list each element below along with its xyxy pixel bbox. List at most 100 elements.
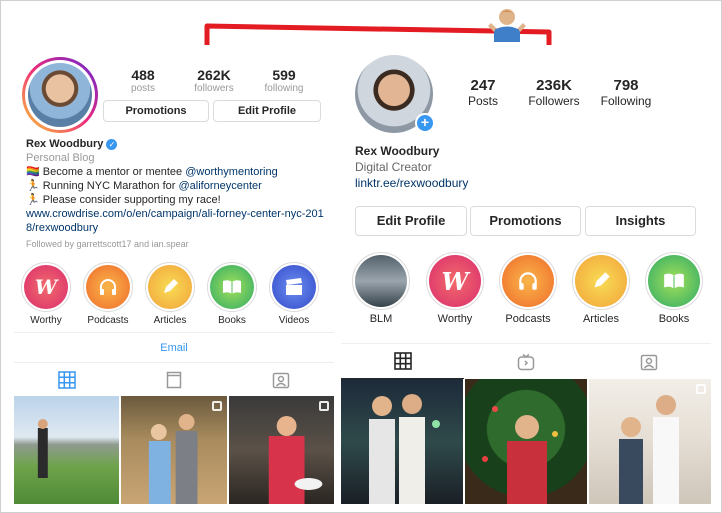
- stat-following[interactable]: 599 following: [256, 67, 312, 94]
- profile-bio: Rex Woodbury Digital Creator linktr.ee/r…: [355, 143, 695, 191]
- profile-avatar[interactable]: +: [355, 55, 435, 133]
- profile-tabs: [14, 362, 334, 396]
- mention-aliforneycenter[interactable]: @aliforneycenter: [179, 180, 262, 192]
- stat-posts-value: 488: [131, 67, 155, 83]
- bio-link[interactable]: linktr.ee/rexwoodbury: [355, 175, 695, 191]
- highlight-worthy[interactable]: W Worthy: [425, 252, 485, 325]
- profile-category: Digital Creator: [355, 160, 432, 174]
- highlight-podcasts[interactable]: Podcasts: [82, 262, 134, 326]
- email-button[interactable]: Email: [14, 332, 334, 362]
- stat-followers-label: Followers: [528, 94, 580, 108]
- post-thumbnail[interactable]: [465, 379, 587, 504]
- stat-followers-value: 262K: [197, 67, 231, 83]
- post-thumbnail[interactable]: [341, 379, 463, 504]
- stat-followers[interactable]: 236K Followers: [521, 77, 587, 108]
- pencil-icon: [575, 255, 627, 307]
- edit-profile-button[interactable]: Edit Profile: [355, 206, 467, 236]
- stat-following-value: 798: [613, 77, 639, 94]
- blm-photo-icon: [355, 255, 407, 307]
- post-thumbnail[interactable]: [228, 396, 334, 504]
- highlight-label: Worthy: [30, 315, 62, 326]
- post-thumbnail[interactable]: [589, 379, 711, 504]
- highlight-label: Books: [218, 315, 246, 326]
- highlight-label: Articles: [582, 313, 620, 325]
- profile-name: Rex Woodbury: [355, 144, 440, 158]
- highlight-books[interactable]: Books: [206, 262, 258, 326]
- add-story-icon[interactable]: +: [415, 113, 435, 133]
- multi-post-icon: [211, 401, 222, 411]
- tab-tagged[interactable]: [227, 363, 334, 396]
- headphones-icon: [86, 265, 130, 309]
- tab-tagged[interactable]: [588, 344, 711, 379]
- stat-posts[interactable]: 488 posts: [118, 67, 168, 94]
- post-thumbnail[interactable]: [121, 396, 227, 504]
- tagged-icon: [272, 372, 289, 388]
- post-grid: [341, 379, 711, 504]
- highlight-books[interactable]: Books: [644, 252, 704, 325]
- highlight-podcasts[interactable]: Podcasts: [498, 252, 558, 325]
- grid-icon: [393, 352, 412, 370]
- edit-profile-button[interactable]: Edit Profile: [213, 100, 321, 122]
- igtv-icon: [517, 353, 535, 370]
- stat-posts-label: posts: [131, 83, 155, 94]
- clapperboard-icon: [272, 265, 316, 309]
- insights-button[interactable]: Insights: [585, 206, 696, 236]
- tab-igtv[interactable]: [464, 344, 587, 379]
- highlight-label: Podcasts: [87, 315, 129, 326]
- book-icon: [210, 265, 254, 309]
- stat-followers-label: followers: [194, 83, 234, 94]
- book-icon: [648, 255, 700, 307]
- shrug-emoji-icon: [488, 9, 526, 42]
- grid-icon: [58, 370, 77, 389]
- highlight-videos[interactable]: Videos: [268, 262, 320, 326]
- promotions-button[interactable]: Promotions: [470, 206, 581, 236]
- stat-following-value: 599: [272, 67, 296, 83]
- profile-avatar[interactable]: [22, 57, 98, 133]
- post-thumbnail[interactable]: [14, 396, 120, 504]
- highlight-label: Worthy: [437, 313, 473, 325]
- post-grid: [14, 396, 334, 504]
- worthy-w-icon: W: [429, 255, 481, 307]
- bio-link[interactable]: www.crowdrise.com/o/en/campaign/ali-forn…: [26, 207, 326, 235]
- stat-following-label: following: [264, 83, 304, 94]
- highlight-label: Podcasts: [505, 313, 551, 325]
- multi-post-icon: [696, 384, 706, 394]
- highlight-label: Books: [658, 313, 690, 325]
- highlight-label: BLM: [369, 313, 393, 325]
- profile-bio: Rex Woodbury ✓ Personal Blog 🏳️‍🌈 Become…: [26, 137, 326, 251]
- highlight-label: Videos: [278, 315, 310, 326]
- verified-badge-icon: ✓: [106, 139, 118, 150]
- worthy-w-icon: W: [24, 265, 68, 309]
- bio-line-1: 🏳️‍🌈 Become a mentor or mentee @worthyme…: [26, 166, 278, 178]
- highlight-label: Articles: [153, 315, 187, 326]
- highlight-blm[interactable]: BLM: [351, 252, 411, 325]
- stat-posts-label: Posts: [467, 94, 498, 108]
- mention-worthymentoring[interactable]: @worthymentoring: [185, 166, 277, 178]
- stat-followers[interactable]: 262K followers: [186, 67, 242, 94]
- multi-post-icon: [318, 401, 329, 411]
- tab-grid[interactable]: [341, 344, 465, 379]
- profile-category: Personal Blog: [26, 152, 95, 164]
- tab-grid[interactable]: [14, 363, 121, 396]
- profile-name: Rex Woodbury: [26, 138, 104, 150]
- bio-line-3: 🏃 Please consider supporting my race!: [26, 194, 221, 206]
- stat-posts[interactable]: 247 Posts: [461, 77, 505, 108]
- profile-before-panel: 488 posts 262K followers 599 following P…: [14, 45, 334, 504]
- bio-line-2: 🏃 Running NYC Marathon for @aliforneycen…: [26, 180, 262, 192]
- feed-icon: [166, 371, 182, 388]
- tagged-icon: [641, 354, 658, 370]
- followed-by-text[interactable]: Followed by garrettscott17 and ian.spear: [26, 237, 326, 251]
- stat-following[interactable]: 798 Following: [594, 77, 658, 108]
- promotions-button[interactable]: Promotions: [103, 100, 209, 122]
- headphones-icon: [502, 255, 554, 307]
- highlight-worthy[interactable]: W Worthy: [20, 262, 72, 326]
- stat-posts-value: 247: [470, 77, 496, 94]
- profile-after-panel: + 247 Posts 236K Followers 798 Following…: [341, 45, 711, 504]
- highlight-articles[interactable]: Articles: [144, 262, 196, 326]
- stat-following-label: Following: [600, 94, 652, 108]
- highlight-articles[interactable]: Articles: [571, 252, 631, 325]
- pencil-icon: [148, 265, 192, 309]
- avatar-photo: [28, 63, 92, 127]
- profile-tabs: [341, 343, 711, 379]
- tab-feed[interactable]: [121, 363, 228, 396]
